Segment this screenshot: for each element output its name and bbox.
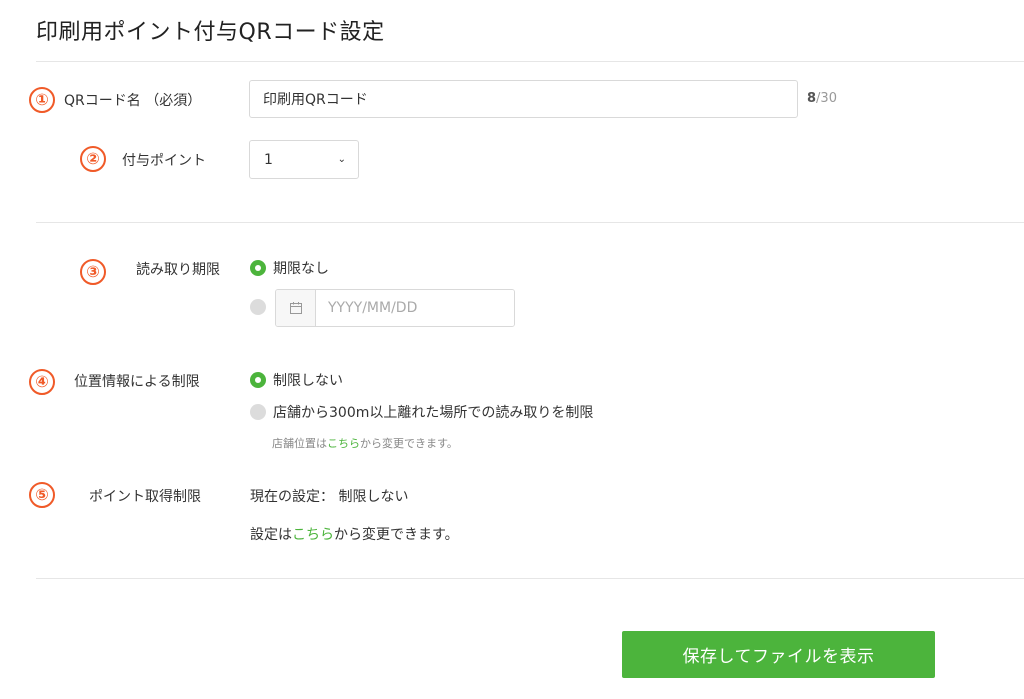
point-limit-note-suffix: から変更できます。 bbox=[334, 527, 459, 543]
step-marker-2: ② bbox=[80, 146, 106, 172]
save-and-show-file-button[interactable]: 保存してファイルを表示 bbox=[622, 631, 935, 678]
char-count-current: 8 bbox=[807, 91, 817, 106]
location-note-prefix: 店舗位置は bbox=[272, 437, 327, 450]
expiry-none-label[interactable]: 期限なし bbox=[273, 258, 329, 278]
step-marker-4: ④ bbox=[29, 369, 55, 395]
expiry-label: 読み取り期限 bbox=[136, 262, 220, 278]
divider bbox=[36, 61, 1024, 62]
expiry-date-input[interactable] bbox=[316, 290, 514, 326]
point-limit-settings-link[interactable]: こちら bbox=[292, 527, 334, 543]
location-note: 店舗位置はこちらから変更できます。 bbox=[272, 435, 458, 451]
qr-name-input[interactable] bbox=[249, 80, 798, 118]
store-location-link[interactable]: こちら bbox=[327, 437, 360, 450]
location-none-radio[interactable] bbox=[250, 372, 266, 388]
step-marker-5: ⑤ bbox=[29, 482, 55, 508]
page-title: 印刷用ポイント付与QRコード設定 bbox=[36, 20, 385, 45]
step-marker-3: ③ bbox=[80, 259, 106, 285]
expiry-date-picker[interactable] bbox=[275, 289, 515, 327]
current-setting-value: 制限しない bbox=[338, 489, 409, 505]
point-limit-current: 現在の設定： 制限しない bbox=[250, 486, 408, 506]
qr-name-char-counter: 8/30 bbox=[807, 91, 837, 106]
expiry-none-radio[interactable] bbox=[250, 260, 266, 276]
point-limit-label: ポイント取得制限 bbox=[89, 489, 201, 505]
step-marker-1: ① bbox=[29, 87, 55, 113]
location-limit-radio[interactable] bbox=[250, 404, 266, 420]
expiry-date-radio[interactable] bbox=[250, 299, 266, 315]
point-limit-note: 設定はこちらから変更できます。 bbox=[250, 524, 459, 544]
chevron-down-icon: ⌄ bbox=[337, 154, 346, 165]
points-label: 付与ポイント bbox=[122, 153, 206, 169]
char-count-max: /30 bbox=[816, 91, 837, 106]
point-limit-note-prefix: 設定は bbox=[250, 527, 292, 543]
qr-name-label: QRコード名 （必須） bbox=[64, 93, 202, 109]
location-label: 位置情報による制限 bbox=[74, 374, 200, 390]
divider bbox=[36, 222, 1024, 223]
points-select[interactable]: 1 ⌄ bbox=[249, 140, 359, 179]
points-select-value: 1 bbox=[264, 151, 273, 168]
divider bbox=[36, 578, 1024, 579]
current-setting-prefix: 現在の設定： bbox=[250, 489, 334, 505]
location-limit-label[interactable]: 店舗から300m以上離れた場所での読み取りを制限 bbox=[273, 402, 593, 422]
location-none-label[interactable]: 制限しない bbox=[273, 370, 343, 390]
location-note-suffix: から変更できます。 bbox=[360, 437, 458, 450]
calendar-icon[interactable] bbox=[276, 290, 316, 326]
